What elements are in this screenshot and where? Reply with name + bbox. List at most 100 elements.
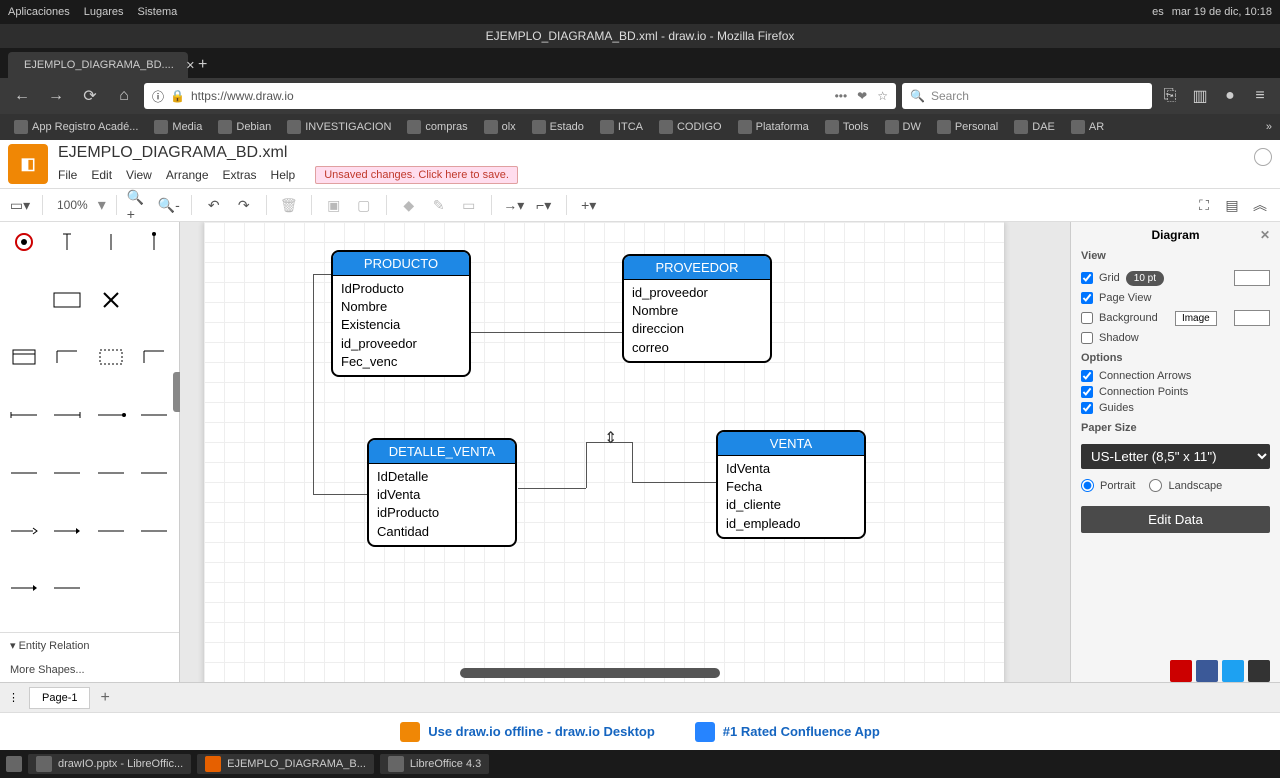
bookmark-item[interactable]: AR [1065, 118, 1110, 136]
search-input[interactable]: 🔍 Search [902, 83, 1152, 109]
connector[interactable] [313, 274, 314, 494]
menu-edit[interactable]: Edit [91, 168, 112, 182]
os-menu-places[interactable]: Lugares [84, 6, 124, 18]
shape-item[interactable] [93, 286, 129, 314]
to-front-button[interactable]: ▣ [322, 193, 346, 217]
menu-file[interactable]: File [58, 168, 77, 182]
shape-item[interactable] [136, 228, 172, 256]
shape-item[interactable] [49, 286, 85, 314]
more-icon[interactable]: ••• [835, 89, 848, 103]
home-button[interactable]: ⌂ [110, 82, 138, 110]
entity-venta[interactable]: VENTA IdVenta Fecha id_cliente id_emplea… [716, 430, 866, 539]
new-tab-button[interactable]: + [188, 52, 217, 78]
redo-button[interactable]: ↷ [232, 193, 256, 217]
menu-view[interactable]: View [126, 168, 152, 182]
canvas-page[interactable]: ⇕ PRODUCTO IdProducto Nombre Existencia … [204, 222, 1004, 682]
shape-item[interactable] [6, 286, 42, 314]
shadow-checkbox[interactable]: Shadow [1081, 332, 1270, 344]
conn-arrows-checkbox[interactable]: Connection Arrows [1081, 370, 1270, 382]
entity-header[interactable]: PRODUCTO [333, 252, 469, 276]
promo-offline[interactable]: Use draw.io offline - draw.io Desktop [400, 722, 655, 742]
grid-size-value[interactable]: 10 pt [1126, 271, 1164, 286]
shape-item[interactable] [6, 574, 42, 602]
entity-body[interactable]: id_proveedor Nombre direccion correo [624, 280, 770, 361]
menu-icon[interactable]: ≡ [1248, 84, 1272, 108]
connector[interactable] [518, 488, 586, 489]
bookmarks-overflow-icon[interactable]: » [1266, 121, 1272, 133]
to-back-button[interactable]: ▢ [352, 193, 376, 217]
entity-body[interactable]: IdVenta Fecha id_cliente id_empleado [718, 456, 864, 537]
zoom-in-button[interactable]: 🔍+ [127, 193, 151, 217]
bookmark-item[interactable]: olx [478, 118, 522, 136]
pageview-checkbox[interactable]: Page View [1081, 292, 1270, 304]
bookmark-item[interactable]: Personal [931, 118, 1004, 136]
fullscreen-icon[interactable]: ⛶ [1192, 193, 1216, 217]
line-button[interactable]: ✎ [427, 193, 451, 217]
shape-item[interactable] [136, 286, 172, 314]
connector[interactable] [313, 494, 367, 495]
shadow-button[interactable]: ▭ [457, 193, 481, 217]
youtube-icon[interactable] [1170, 660, 1192, 682]
shape-item[interactable] [136, 343, 172, 371]
url-input[interactable]: ⓘ 🔒 https://www.draw.io ••• ❤ ☆ [144, 83, 896, 109]
entity-body[interactable]: IdDetalle idVenta idProducto Cantidad [369, 464, 515, 545]
conn-points-checkbox[interactable]: Connection Points [1081, 386, 1270, 398]
connection-button[interactable]: →▾ [502, 193, 526, 217]
add-page-button[interactable]: + [100, 689, 109, 707]
grid-color-swatch[interactable] [1234, 270, 1270, 286]
shape-item[interactable] [6, 343, 42, 371]
bookmark-item[interactable]: Tools [819, 118, 875, 136]
entity-detalle-venta[interactable]: DETALLE_VENTA IdDetalle idVenta idProduc… [367, 438, 517, 547]
entity-body[interactable]: IdProducto Nombre Existencia id_proveedo… [333, 276, 469, 375]
entity-proveedor[interactable]: PROVEEDOR id_proveedor Nombre direccion … [622, 254, 772, 363]
show-desktop-icon[interactable] [6, 756, 22, 772]
shape-item[interactable] [136, 517, 172, 545]
task-item[interactable]: EJEMPLO_DIAGRAMA_B... [197, 754, 374, 774]
format-panel-icon[interactable]: ▤ [1220, 193, 1244, 217]
twitter-icon[interactable] [1222, 660, 1244, 682]
shape-item[interactable] [49, 459, 85, 487]
drawio-logo-icon[interactable]: ◧ [8, 144, 48, 184]
bookmark-item[interactable]: DW [879, 118, 927, 136]
menu-extras[interactable]: Extras [223, 168, 257, 182]
profile-icon[interactable]: ● [1218, 84, 1242, 108]
shape-item[interactable] [49, 228, 85, 256]
connector[interactable] [313, 274, 331, 275]
drawio-filename[interactable]: EJEMPLO_DIAGRAMA_BD.xml [58, 144, 518, 162]
bookmark-star-icon[interactable]: ☆ [877, 89, 888, 103]
background-image-button[interactable]: Image [1175, 311, 1217, 326]
promo-confluence[interactable]: #1 Rated Confluence App [695, 722, 880, 742]
entity-header[interactable]: VENTA [718, 432, 864, 456]
os-lang[interactable]: es [1152, 6, 1164, 18]
entity-producto[interactable]: PRODUCTO IdProducto Nombre Existencia id… [331, 250, 471, 377]
shape-item[interactable] [6, 228, 42, 256]
add-button[interactable]: +▾ [577, 193, 601, 217]
connector[interactable] [632, 482, 716, 483]
os-menu-apps[interactable]: Aplicaciones [8, 6, 70, 18]
connector[interactable] [632, 442, 633, 482]
forward-button[interactable]: → [42, 82, 70, 110]
shape-item[interactable] [6, 459, 42, 487]
shape-item[interactable] [93, 517, 129, 545]
menu-arrange[interactable]: Arrange [166, 168, 209, 182]
page-tab[interactable]: Page-1 [29, 687, 90, 709]
collapse-icon[interactable]: ︽ [1248, 193, 1272, 217]
zoom-value[interactable]: 100% [53, 198, 92, 212]
facebook-icon[interactable] [1196, 660, 1218, 682]
bookmark-item[interactable]: Plataforma [732, 118, 815, 136]
shape-item[interactable] [93, 401, 129, 429]
zoom-out-button[interactable]: 🔍- [157, 193, 181, 217]
grid-checkbox[interactable]: Grid [1081, 272, 1120, 284]
shape-item[interactable] [136, 401, 172, 429]
bookmark-item[interactable]: Media [148, 118, 208, 136]
waypoint-button[interactable]: ⌐▾ [532, 193, 556, 217]
background-checkbox[interactable]: Background [1081, 312, 1158, 324]
horizontal-scrollbar[interactable] [460, 668, 720, 678]
bookmark-item[interactable]: DAE [1008, 118, 1061, 136]
connector[interactable] [471, 332, 622, 333]
task-item[interactable]: drawIO.pptx - LibreOffic... [28, 754, 191, 774]
entity-header[interactable]: PROVEEDOR [624, 256, 770, 280]
background-color-swatch[interactable] [1234, 310, 1270, 326]
guides-checkbox[interactable]: Guides [1081, 402, 1270, 414]
connector[interactable] [586, 442, 587, 488]
